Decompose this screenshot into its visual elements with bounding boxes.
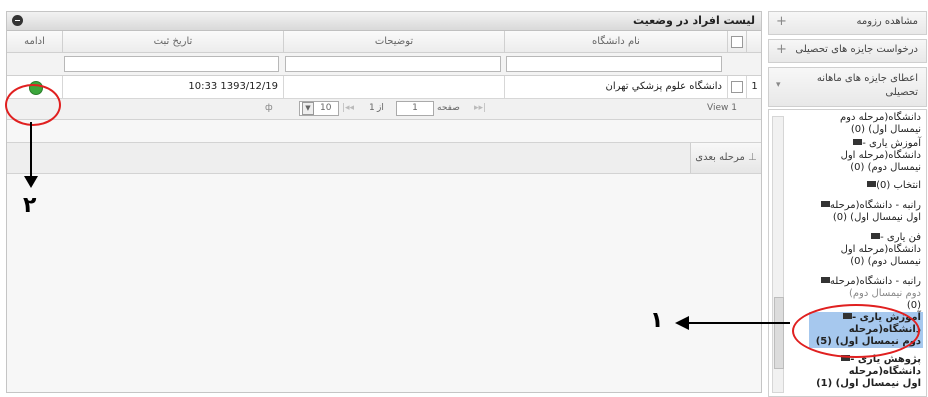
- accordion-label: اعطای جایزه های ماهانه تحصیلی: [816, 73, 918, 98]
- highlight-circle-tree: [792, 304, 920, 358]
- arrow-left-line: [688, 322, 790, 324]
- description-filter-input[interactable]: [285, 56, 501, 72]
- select-all-checkbox[interactable]: [731, 36, 743, 48]
- page-input[interactable]: 1: [396, 101, 434, 116]
- accordion-label: درخواست جایزه های تحصیلی: [795, 44, 918, 55]
- folder-icon: [820, 277, 830, 283]
- scrollbar-thumb[interactable]: [774, 297, 784, 369]
- page-size-select[interactable]: 10 ▼: [299, 101, 339, 116]
- annotation-label-1: ۱: [650, 308, 664, 333]
- tree-line: دوم نیمسال دوم): [848, 288, 921, 299]
- tree-item[interactable]: انتخاب (0): [865, 180, 921, 192]
- tree-line: دانشگاه(مرحله اول: [840, 150, 921, 161]
- select-cell: [727, 76, 746, 98]
- arrow-down-line: [30, 122, 32, 177]
- toolbar: ⊥ مرحله بعدی: [7, 142, 761, 174]
- date-cell: 10:33 1393/12/19: [62, 76, 282, 98]
- tree-item[interactable]: فن یاری -: [869, 232, 921, 244]
- collapse-icon[interactable]: [12, 15, 23, 26]
- folder-icon: [867, 181, 877, 187]
- description-cell: [283, 76, 504, 98]
- tree-line: (0): [906, 300, 921, 311]
- first-page-icon[interactable]: |◂◂: [342, 103, 354, 113]
- column-index: [746, 31, 762, 52]
- annotation-label-2: ۲: [23, 193, 37, 218]
- grid-panel: لیست افراد در وضعیت ادامه تاریخ ثبت توضی…: [6, 11, 762, 393]
- chevron-down-icon: ▾: [776, 80, 781, 90]
- column-header-row: ادامه تاریخ ثبت توضیحات نام دانشگاه: [7, 31, 761, 53]
- university-cell: دانشگاه علوم پزشکي تهران: [504, 76, 726, 98]
- tree-line: دانشگاه(مرحله اول: [840, 244, 921, 255]
- refresh-icon[interactable]: ф: [265, 103, 273, 113]
- table-row[interactable]: 10:33 1393/12/19 دانشگاه علوم پزشکي تهرا…: [7, 76, 761, 99]
- arrow-down-icon: [24, 176, 38, 188]
- folder-icon: [820, 201, 830, 207]
- column-date[interactable]: تاریخ ثبت: [62, 31, 283, 52]
- last-page-icon[interactable]: ▸▸|: [474, 103, 486, 113]
- highlight-circle-continue: [5, 84, 61, 126]
- arrow-left-icon: [675, 316, 689, 330]
- accordion-monthly-award[interactable]: اعطای جایزه های ماهانه تحصیلی ▾: [768, 67, 927, 107]
- tree-item[interactable]: رانبه - دانشگاه(مرحله: [819, 200, 921, 212]
- of-label: از: [377, 103, 384, 113]
- row-checkbox[interactable]: [731, 81, 743, 93]
- tree-item[interactable]: رانبه - دانشگاه(مرحله: [819, 276, 921, 288]
- folder-icon: [853, 139, 863, 145]
- tree-line: دانشگاه(مرحله: [848, 366, 921, 377]
- row-index: 1: [746, 76, 762, 98]
- filter-row: [7, 53, 761, 76]
- university-filter-input[interactable]: [506, 56, 722, 72]
- column-continue[interactable]: ادامه: [7, 31, 62, 52]
- tree-line: نیمسال دوم) (0): [850, 256, 921, 267]
- view-count: View 1: [707, 103, 737, 113]
- total-pages: 1: [369, 103, 375, 113]
- pin-icon: ⊥: [744, 152, 757, 163]
- pager: View 1 ▸▸| صفحه 1 از 1 |◂◂ 10 ▼ ф: [7, 99, 761, 120]
- tree-line: دانشگاه(مرحله دوم: [839, 112, 921, 123]
- column-select: [727, 31, 746, 52]
- column-description[interactable]: توضیحات: [283, 31, 504, 52]
- tree-item[interactable]: آموزش یاری -: [851, 138, 921, 150]
- accordion-request[interactable]: درخواست جایزه های تحصیلی +: [768, 39, 927, 63]
- grid-header: لیست افراد در وضعیت: [7, 12, 761, 31]
- tree-scrollbar[interactable]: [772, 116, 784, 393]
- tree-line: اول نیمسال اول) (0): [832, 212, 921, 223]
- accordion-resume[interactable]: مشاهده رزومه +: [768, 11, 927, 35]
- page-label: صفحه: [437, 103, 460, 113]
- plus-icon: +: [776, 42, 787, 57]
- chevron-down-icon: ▼: [302, 102, 314, 115]
- tree-line: اول نیمسال اول) (1): [816, 378, 921, 389]
- grid-title: لیست افراد در وضعیت: [633, 14, 755, 27]
- tree-line: نیمسال دوم) (0): [850, 162, 921, 173]
- folder-icon: [871, 233, 881, 239]
- column-university[interactable]: نام دانشگاه: [504, 31, 727, 52]
- accordion-label: مشاهده رزومه: [856, 16, 918, 27]
- next-step-button[interactable]: ⊥ مرحله بعدی: [690, 143, 761, 173]
- tree-line: نیمسال اول) (0): [850, 124, 921, 135]
- plus-icon: +: [776, 14, 787, 29]
- date-filter-input[interactable]: [64, 56, 279, 72]
